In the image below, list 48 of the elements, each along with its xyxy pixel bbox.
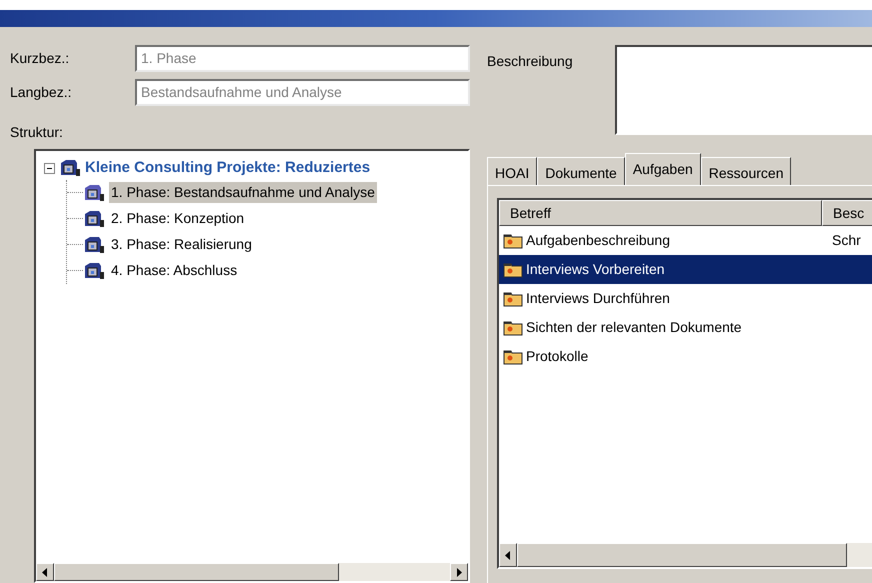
table-row[interactable]: Interviews Vorbereiten <box>499 255 872 284</box>
folder-icon <box>503 348 523 364</box>
collapse-toggle[interactable] <box>44 162 55 174</box>
left-arrow-icon <box>505 550 511 560</box>
tree-item[interactable]: 4. Phase: Abschluss <box>109 260 240 281</box>
scroll-right-button[interactable] <box>450 563 468 581</box>
folder-icon <box>83 210 105 228</box>
table-row[interactable]: Interviews Durchführen <box>499 284 872 313</box>
folder-icon <box>503 290 523 306</box>
tree-item[interactable]: 2. Phase: Konzeption <box>109 208 246 229</box>
table-cell-text: Interviews Vorbereiten <box>526 260 665 279</box>
tab[interactable]: Aufgaben <box>624 153 701 185</box>
folder-icon <box>83 262 105 280</box>
description-label: Beschreibung <box>487 52 574 71</box>
tree-item[interactable]: Kleine Consulting Projekte: Reduziertes <box>85 157 370 180</box>
table-cell-text: Interviews Durchführen <box>526 289 670 308</box>
tab[interactable]: HOAI <box>487 157 538 185</box>
column-header[interactable]: Betreff <box>499 200 822 226</box>
table-row[interactable]: Sichten der relevanten Dokumente <box>499 313 872 342</box>
folder-icon <box>503 232 523 248</box>
tab[interactable]: Dokumente <box>537 157 625 185</box>
folder-icon <box>83 184 105 202</box>
scroll-left-button[interactable] <box>499 543 517 567</box>
folder-icon <box>503 320 523 336</box>
table-cell-text: Aufgabenbeschreibung <box>526 231 670 250</box>
tree-item[interactable]: 3. Phase: Realisierung <box>109 234 254 255</box>
table-cell-text: Schr <box>831 231 861 250</box>
text-field[interactable]: 1. Phase <box>135 45 470 72</box>
description-field[interactable] <box>615 45 872 135</box>
folder-icon <box>83 236 105 254</box>
folder-icon <box>503 262 523 278</box>
column-header[interactable]: Besc <box>822 200 872 226</box>
right-arrow-icon <box>456 568 462 576</box>
table-row[interactable]: Aufgabenbeschreibung Schr <box>499 226 872 255</box>
tab[interactable]: Ressourcen <box>700 157 792 185</box>
scrollbar-thumb[interactable] <box>54 563 339 581</box>
table-cell-text: Protokolle <box>526 347 588 366</box>
structure-label: Struktur: <box>10 123 64 142</box>
text-field[interactable]: Bestandsaufnahme und Analyse <box>135 79 470 106</box>
horizontal-scrollbar[interactable] <box>36 563 468 581</box>
table-cell-text: Sichten der relevanten Dokumente <box>526 318 742 337</box>
tree-item[interactable]: 1. Phase: Bestandsaufnahme und Analyse <box>109 182 377 203</box>
table-row[interactable]: Protokolle <box>499 342 872 371</box>
folder-icon <box>59 159 81 178</box>
field-label: Langbez.: <box>10 83 72 102</box>
scroll-left-button[interactable] <box>36 563 54 581</box>
field-label: Kurzbez.: <box>10 49 70 68</box>
left-arrow-icon <box>42 568 48 576</box>
